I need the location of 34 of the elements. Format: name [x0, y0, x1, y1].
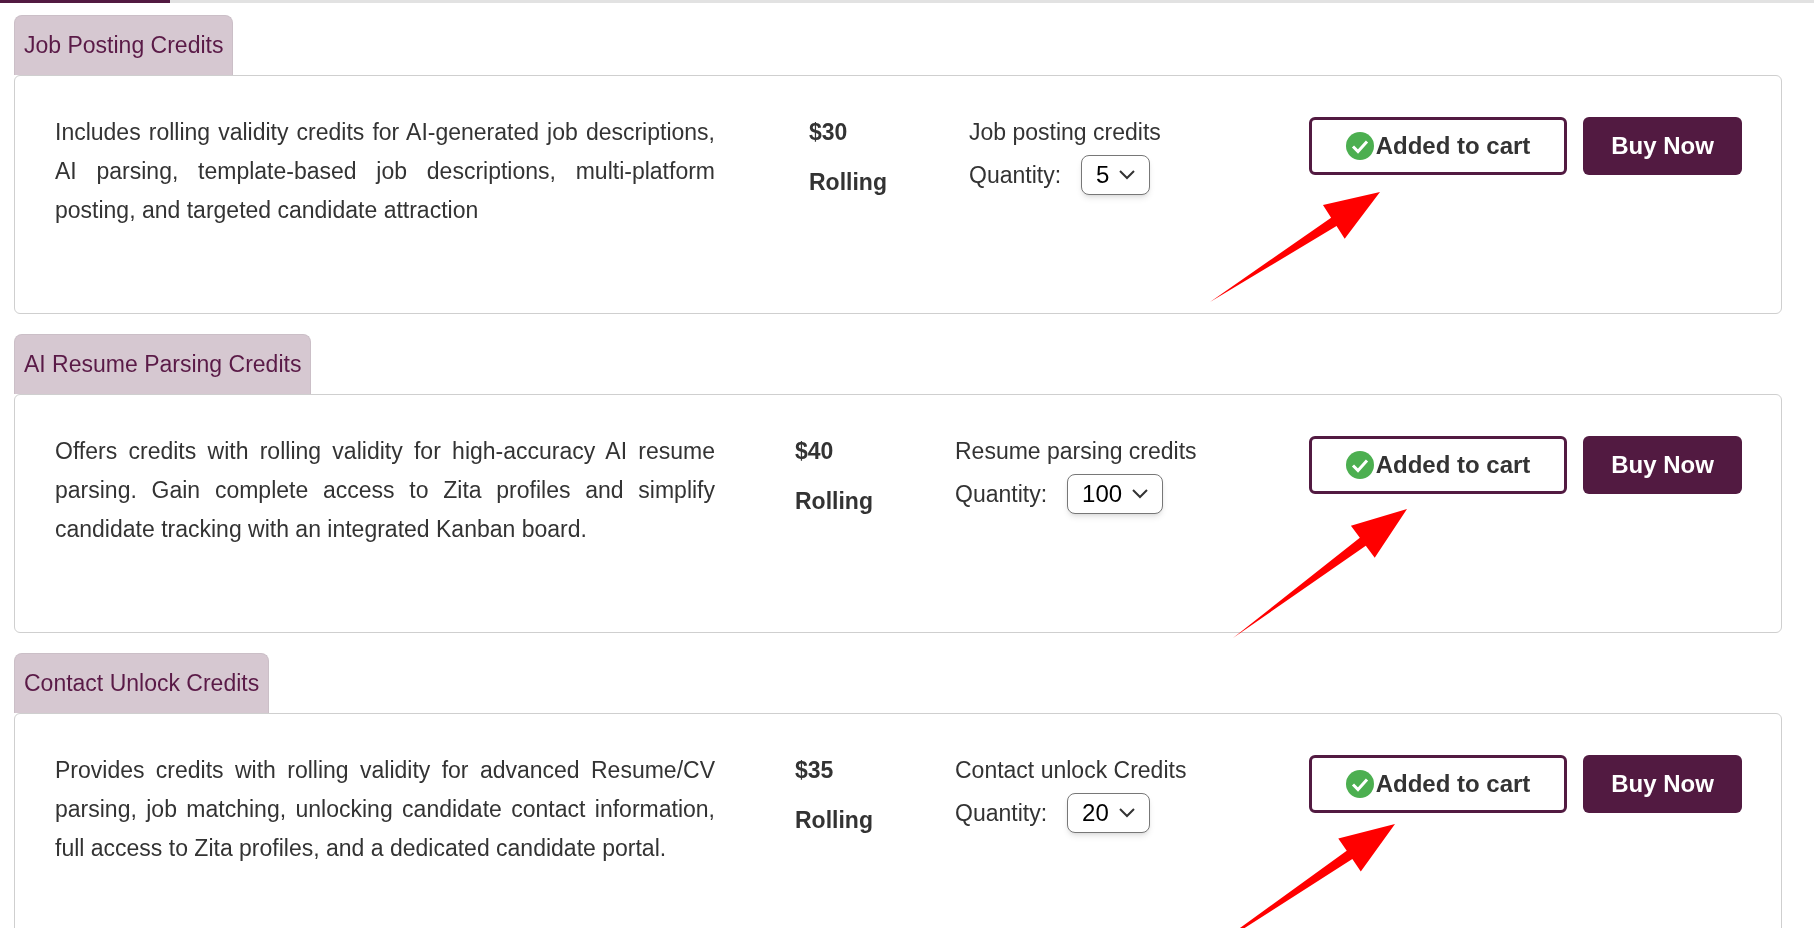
section-tab[interactable]: AI Resume Parsing Credits [14, 334, 312, 394]
quantity-label: Quantity: [955, 798, 1048, 828]
chevron-down-icon [1132, 489, 1149, 499]
quantity-label: Quantity: [969, 160, 1062, 190]
credit-description: Includes rolling validity credits for AI-generated job descriptions, AI parsing, template-based job descriptions, multi-platform posting, and targeted candidate attraction [55, 118, 715, 225]
price: $35 [795, 756, 835, 785]
validity: Rolling [809, 168, 888, 197]
credit-label: Resume parsing credits [955, 437, 1198, 466]
add-to-cart-button[interactable]: Added to cart [1309, 436, 1567, 494]
buy-now-button[interactable]: Buy Now [1583, 117, 1742, 175]
chevron-down-icon [1118, 808, 1135, 818]
check-circle-icon [1345, 770, 1374, 798]
credit-description: Offers credits with rolling validity for high-accuracy AI resume parsing. Gain complete access to Zita profiles and simplify candidate tracking with an integrated Kanban board. [55, 437, 715, 544]
add-to-cart-button[interactable]: Added to cart [1309, 117, 1567, 175]
arrow-icon [1233, 509, 1407, 638]
buy-now-button[interactable]: Buy Now [1583, 755, 1742, 813]
section-tab[interactable]: Job Posting Credits [14, 15, 234, 75]
credit-label: Contact unlock Credits [955, 756, 1188, 785]
quantity-select[interactable]: 100 [1067, 474, 1164, 514]
credit-label: Job posting credits [969, 118, 1162, 147]
add-to-cart-button[interactable]: Added to cart [1309, 755, 1567, 813]
validity: Rolling [795, 806, 874, 835]
quantity-select[interactable]: 20 [1067, 793, 1150, 833]
section-tab[interactable]: Contact Unlock Credits [14, 653, 270, 713]
buy-now-button[interactable]: Buy Now [1583, 436, 1742, 494]
quantity-select[interactable]: 5 [1081, 155, 1151, 195]
validity: Rolling [795, 487, 874, 516]
quantity-label: Quantity: [955, 479, 1048, 509]
price: $30 [809, 118, 849, 147]
price: $40 [795, 437, 835, 466]
check-circle-icon [1345, 132, 1374, 160]
check-circle-icon [1345, 451, 1374, 479]
credit-description: Provides credits with rolling validity for advanced Resume/CV parsing, job matching, unlocking candidate contact information, full access to Zita profiles, and a dedicated candidate portal. [55, 756, 715, 863]
chevron-down-icon [1119, 170, 1136, 180]
